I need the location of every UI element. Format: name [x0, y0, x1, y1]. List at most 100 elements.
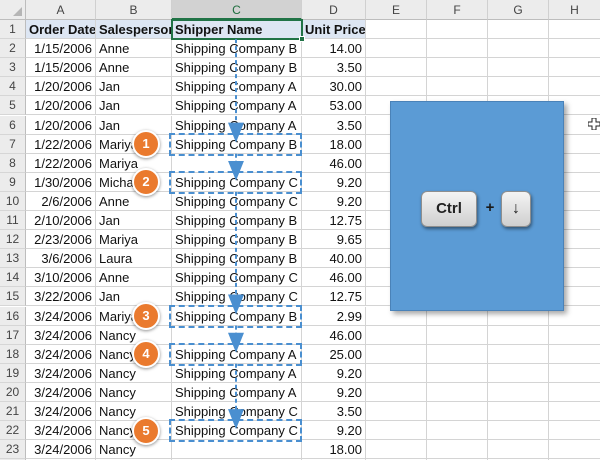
- column-header-a[interactable]: A: [26, 0, 96, 20]
- row-header-18[interactable]: 18: [0, 344, 26, 364]
- cell[interactable]: [366, 440, 427, 460]
- column-header-f[interactable]: F: [427, 0, 488, 20]
- cell[interactable]: [427, 344, 488, 364]
- fill-handle[interactable]: [299, 36, 305, 43]
- unit-price-cell[interactable]: 53.00: [302, 96, 366, 116]
- cell[interactable]: [488, 39, 549, 59]
- shipper-cell[interactable]: Shipping Company B: [172, 58, 302, 78]
- order-date-cell[interactable]: 3/24/2006: [26, 363, 96, 383]
- salesperson-cell[interactable]: Anne: [96, 39, 172, 59]
- salesperson-cell[interactable]: Jan: [96, 115, 172, 135]
- unit-price-cell[interactable]: 12.75: [302, 287, 366, 307]
- salesperson-cell[interactable]: Nancy: [96, 363, 172, 383]
- salesperson-cell[interactable]: Nancy: [96, 382, 172, 402]
- cell[interactable]: [488, 20, 549, 40]
- row-header-20[interactable]: 20: [0, 382, 26, 402]
- cell[interactable]: [549, 402, 600, 422]
- cell[interactable]: [366, 363, 427, 383]
- order-date-cell[interactable]: 3/24/2006: [26, 421, 96, 441]
- shipper-cell[interactable]: Shipping Company B: [172, 306, 302, 326]
- header-cell-salesperson[interactable]: Salesperson: [96, 20, 172, 40]
- order-date-cell[interactable]: 2/6/2006: [26, 191, 96, 211]
- order-date-cell[interactable]: 1/22/2006: [26, 153, 96, 173]
- cell[interactable]: [549, 20, 600, 40]
- salesperson-cell[interactable]: Nancy: [96, 440, 172, 460]
- row-header-1[interactable]: 1: [0, 20, 26, 40]
- salesperson-cell[interactable]: Jan: [96, 287, 172, 307]
- shipper-cell[interactable]: Shipping Company B: [172, 211, 302, 231]
- cell[interactable]: [366, 344, 427, 364]
- row-header-9[interactable]: 9: [0, 172, 26, 192]
- header-cell-shipper-name[interactable]: Shipper Name: [172, 20, 302, 40]
- shipper-cell[interactable]: Shipping Company B: [172, 249, 302, 269]
- salesperson-cell[interactable]: Mariya: [96, 230, 172, 250]
- cell[interactable]: [549, 58, 600, 78]
- column-header-d[interactable]: D: [302, 0, 366, 20]
- shipper-cell[interactable]: Shipping Company A: [172, 363, 302, 383]
- shipper-cell[interactable]: Shipping Company A: [172, 344, 302, 364]
- shipper-cell[interactable]: Shipping Company C: [172, 402, 302, 422]
- order-date-cell[interactable]: 1/15/2006: [26, 58, 96, 78]
- cell[interactable]: [366, 77, 427, 97]
- unit-price-cell[interactable]: 30.00: [302, 77, 366, 97]
- row-header-3[interactable]: 3: [0, 58, 26, 78]
- cell[interactable]: [549, 325, 600, 345]
- shipper-cell[interactable]: Shipping Company B: [172, 230, 302, 250]
- cell[interactable]: [366, 325, 427, 345]
- cell[interactable]: [427, 421, 488, 441]
- unit-price-cell[interactable]: 46.00: [302, 325, 366, 345]
- cell[interactable]: [427, 402, 488, 422]
- unit-price-cell[interactable]: 25.00: [302, 344, 366, 364]
- row-header-15[interactable]: 15: [0, 287, 26, 307]
- salesperson-cell[interactable]: Anne: [96, 191, 172, 211]
- row-header-5[interactable]: 5: [0, 96, 26, 116]
- unit-price-cell[interactable]: 18.00: [302, 440, 366, 460]
- row-header-10[interactable]: 10: [0, 191, 26, 211]
- salesperson-cell[interactable]: Mariya: [96, 153, 172, 173]
- cell[interactable]: [427, 363, 488, 383]
- cell[interactable]: [488, 363, 549, 383]
- row-header-16[interactable]: 16: [0, 306, 26, 326]
- cell[interactable]: [549, 363, 600, 383]
- shipper-cell[interactable]: Shipping Company A: [172, 115, 302, 135]
- order-date-cell[interactable]: 1/15/2006: [26, 39, 96, 59]
- shipper-cell[interactable]: Shipping Company A: [172, 96, 302, 116]
- order-date-cell[interactable]: 2/23/2006: [26, 230, 96, 250]
- row-header-12[interactable]: 12: [0, 230, 26, 250]
- header-cell-unit-price[interactable]: Unit Price: [302, 20, 366, 40]
- cell[interactable]: [366, 402, 427, 422]
- cell[interactable]: [549, 440, 600, 460]
- cell[interactable]: [488, 440, 549, 460]
- shipper-cell[interactable]: Shipping Company B: [172, 39, 302, 59]
- row-header-6[interactable]: 6: [0, 115, 26, 135]
- cell[interactable]: [549, 39, 600, 59]
- cell[interactable]: [427, 440, 488, 460]
- order-date-cell[interactable]: 3/22/2006: [26, 287, 96, 307]
- unit-price-cell[interactable]: 3.50: [302, 402, 366, 422]
- unit-price-cell[interactable]: 2.99: [302, 306, 366, 326]
- order-date-cell[interactable]: 3/6/2006: [26, 249, 96, 269]
- row-header-19[interactable]: 19: [0, 363, 26, 383]
- order-date-cell[interactable]: 3/24/2006: [26, 382, 96, 402]
- cell[interactable]: [427, 20, 488, 40]
- row-header-22[interactable]: 22: [0, 421, 26, 441]
- column-header-h[interactable]: H: [549, 0, 600, 20]
- order-date-cell[interactable]: 3/24/2006: [26, 402, 96, 422]
- unit-price-cell[interactable]: 9.65: [302, 230, 366, 250]
- order-date-cell[interactable]: 1/22/2006: [26, 134, 96, 154]
- row-header-21[interactable]: 21: [0, 402, 26, 422]
- order-date-cell[interactable]: 2/10/2006: [26, 211, 96, 231]
- shipper-cell[interactable]: [172, 325, 302, 345]
- cell[interactable]: [427, 325, 488, 345]
- row-header-11[interactable]: 11: [0, 211, 26, 231]
- salesperson-cell[interactable]: Jan: [96, 77, 172, 97]
- cell[interactable]: [427, 39, 488, 59]
- order-date-cell[interactable]: 3/24/2006: [26, 306, 96, 326]
- cell[interactable]: [366, 58, 427, 78]
- column-header-g[interactable]: G: [488, 0, 549, 20]
- cell[interactable]: [366, 20, 427, 40]
- shipper-cell[interactable]: Shipping Company C: [172, 287, 302, 307]
- shipper-cell[interactable]: [172, 440, 302, 460]
- cell[interactable]: [549, 382, 600, 402]
- unit-price-cell[interactable]: 12.75: [302, 211, 366, 231]
